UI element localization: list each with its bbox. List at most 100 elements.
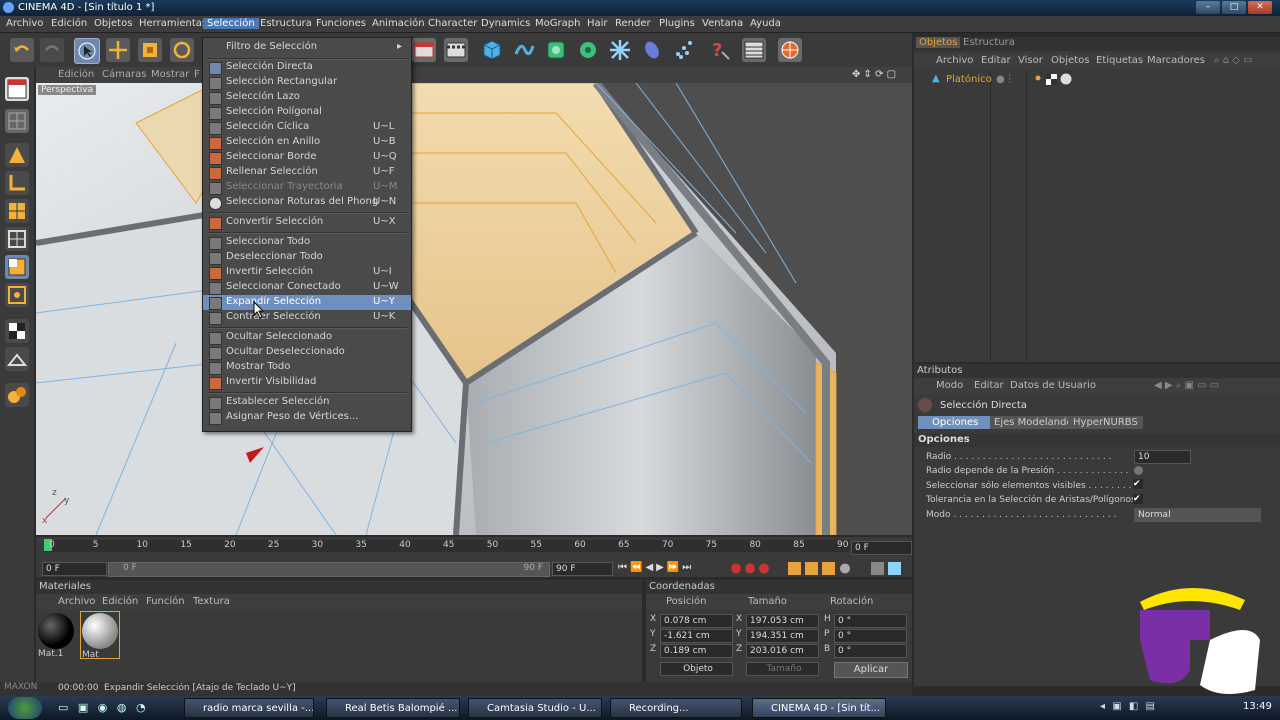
materials-menu-funcion[interactable]: Función — [146, 596, 185, 607]
nurbs-icon[interactable] — [544, 38, 568, 62]
scale-icon[interactable] — [138, 38, 162, 62]
menu-item-deseleccionar-todo[interactable]: Deseleccionar Todo — [203, 250, 411, 265]
attributes-menu-datos-usuario[interactable]: Datos de Usuario — [1010, 380, 1096, 391]
task-real-betis[interactable]: Real Betis Balompié ... — [326, 698, 460, 718]
menu-seleccion[interactable]: Selección — [203, 18, 259, 29]
preview-range-slider[interactable]: 0 F 90 F — [108, 562, 550, 577]
menu-item-ocultar-seleccionado[interactable]: Ocultar Seleccionado — [203, 330, 411, 345]
start-frame-field[interactable]: 0 F — [42, 562, 107, 576]
materials-menu-edicion[interactable]: Edición — [102, 596, 138, 607]
attributes-menu-editar[interactable]: Editar — [974, 380, 1004, 391]
tab-ejes-modelando[interactable]: Ejes Modelando — [990, 416, 1077, 429]
rotation-field[interactable]: 0 ° — [834, 614, 907, 628]
workplane-icon[interactable] — [5, 347, 29, 371]
tolerance-checkbox[interactable]: ✔ — [1133, 494, 1143, 504]
texture-mode-icon[interactable] — [5, 319, 29, 343]
animation-mode-icon[interactable] — [5, 383, 29, 407]
menu-dynamics[interactable]: Dynamics — [481, 18, 530, 29]
menu-item-seleccion-poligonal[interactable]: Selección Polígonal — [203, 105, 411, 120]
start-button[interactable] — [8, 697, 42, 719]
position-field[interactable]: 0.078 cm — [660, 614, 733, 628]
objects-menu-objetos[interactable]: Objetos — [1051, 55, 1089, 66]
3d-viewport[interactable]: z y x Perspectiva — [36, 83, 912, 535]
menu-character[interactable]: Character — [428, 18, 477, 29]
menu-item-rellenar-seleccion[interactable]: Rellenar Selección U~F — [203, 165, 411, 180]
menu-item-ocultar-deseleccionado[interactable]: Ocultar Deseleccionado — [203, 345, 411, 360]
redo-icon[interactable] — [40, 38, 64, 62]
menu-item-establecer-seleccion[interactable]: Establecer Selección — [203, 395, 411, 410]
cube-icon[interactable] — [480, 38, 504, 62]
menu-item-asignar-peso-vertices[interactable]: Asignar Peso de Vértices... — [203, 410, 411, 425]
current-frame-field[interactable]: 0 F — [851, 541, 912, 555]
menu-objetos[interactable]: Objetos — [94, 18, 132, 29]
tab-estructura[interactable]: Estructura — [960, 37, 1018, 48]
points-mode-icon[interactable] — [5, 199, 29, 223]
objects-search-icon[interactable]: ⌕ ⌂ ◇ ▭ — [1214, 55, 1253, 66]
tag-icons[interactable] — [1034, 73, 1074, 89]
menu-item-invertir-visibilidad[interactable]: Invertir Visibilidad — [203, 375, 411, 390]
system-tray-icons[interactable]: ◂ ▣ ◧ ▤ — [1100, 701, 1157, 712]
coordinates-mode-select[interactable]: Objeto — [660, 662, 733, 676]
menu-item-seleccion-anillo[interactable]: Selección en Anillo U~B — [203, 135, 411, 150]
menu-mograph[interactable]: MoGraph — [535, 18, 580, 29]
tab-objetos[interactable]: Objetos — [916, 37, 961, 48]
menu-item-convertir-seleccion[interactable]: Convertir Selección U~X — [203, 215, 411, 230]
menu-item-filtro-seleccion[interactable]: Filtro de Selección ▸ — [203, 40, 411, 55]
position-field[interactable]: 0.189 cm — [660, 644, 733, 658]
menu-plugins[interactable]: Plugins — [659, 18, 695, 29]
make-editable-icon[interactable] — [5, 109, 29, 133]
menu-item-roturas-phong[interactable]: Seleccionar Roturas del Phong U~N — [203, 195, 411, 210]
record-keys-icon[interactable] — [730, 562, 772, 575]
objects-menu-editar[interactable]: Editar — [981, 55, 1011, 66]
material-swatch[interactable]: Mat.1 — [38, 613, 76, 659]
attributes-nav-icons[interactable]: ◀ ▶ ⌕ ▣ ▭ ▭ — [1154, 380, 1219, 391]
layout-icon[interactable] — [742, 38, 766, 62]
size-field[interactable]: 197.053 cm — [746, 614, 819, 628]
end-frame-field[interactable]: 90 F — [552, 562, 613, 576]
minimize-button[interactable]: – — [1196, 1, 1220, 14]
position-field[interactable]: -1.621 cm — [660, 629, 733, 643]
task-camtasia[interactable]: Camtasia Studio - U... — [468, 698, 602, 718]
radio-field[interactable]: 10 — [1134, 450, 1191, 464]
render-settings-icon[interactable] — [444, 38, 468, 62]
objects-menu-etiquetas[interactable]: Etiquetas — [1096, 55, 1143, 66]
particle-icon[interactable] — [672, 38, 696, 62]
viewport-nav-icons[interactable]: ✥ ⇕ ⟳ ▢ — [852, 69, 896, 80]
apply-button[interactable]: Aplicar — [834, 662, 908, 678]
menu-hair[interactable]: Hair — [587, 18, 608, 29]
quick-launch-icons[interactable]: ▭ ▣ ◉ ◍ ◔ — [58, 701, 149, 714]
viewport-menu-more[interactable]: F — [194, 69, 200, 80]
rotation-field[interactable]: 0 ° — [834, 629, 907, 643]
task-recording[interactable]: Recording... — [610, 698, 742, 718]
visible-only-checkbox[interactable]: ✔ — [1133, 479, 1143, 489]
keyframe-filter-icons[interactable] — [788, 562, 908, 575]
tab-hypernurbs[interactable]: HyperNURBS — [1068, 416, 1143, 429]
web-icon[interactable] — [778, 38, 802, 62]
scene-icon[interactable] — [640, 38, 664, 62]
spline-icon[interactable] — [512, 38, 536, 62]
materials-menu-textura[interactable]: Textura — [193, 596, 230, 607]
visibility-dots-icon[interactable]: ●⋮ — [996, 74, 1015, 85]
menu-item-seleccion-ciclica[interactable]: Selección Cíclica U~L — [203, 120, 411, 135]
menu-item-seleccionar-todo[interactable]: Seleccionar Todo — [203, 235, 411, 250]
viewport-menu-edicion[interactable]: Edición — [58, 69, 94, 80]
menu-herramientas[interactable]: Herramientas — [139, 18, 207, 29]
objects-menu-archivo[interactable]: Archivo — [936, 55, 973, 66]
menu-item-seleccion-lazo[interactable]: Selección Lazo — [203, 90, 411, 105]
menu-item-invertir-seleccion[interactable]: Invertir Selección U~I — [203, 265, 411, 280]
uv-mode-icon[interactable] — [5, 283, 29, 307]
menu-estructura[interactable]: Estructura — [260, 18, 312, 29]
menu-item-seleccion-directa[interactable]: Selección Directa — [203, 60, 411, 75]
radio-pressure-checkbox[interactable] — [1134, 466, 1143, 475]
deformer-icon[interactable] — [608, 38, 632, 62]
menu-funciones[interactable]: Funciones — [316, 18, 366, 29]
menu-item-expandir-seleccion[interactable]: Expandir Selección U~Y — [203, 295, 411, 310]
viewport-menu-mostrar[interactable]: Mostrar — [151, 69, 189, 80]
rotate-icon[interactable] — [170, 38, 194, 62]
live-selection-icon[interactable] — [74, 38, 100, 64]
menu-archivo[interactable]: Archivo — [6, 18, 43, 29]
materials-menu-archivo[interactable]: Archivo — [58, 596, 95, 607]
maximize-button[interactable]: □ — [1222, 1, 1246, 14]
menu-ventana[interactable]: Ventana — [702, 18, 743, 29]
menu-ayuda[interactable]: Ayuda — [750, 18, 781, 29]
